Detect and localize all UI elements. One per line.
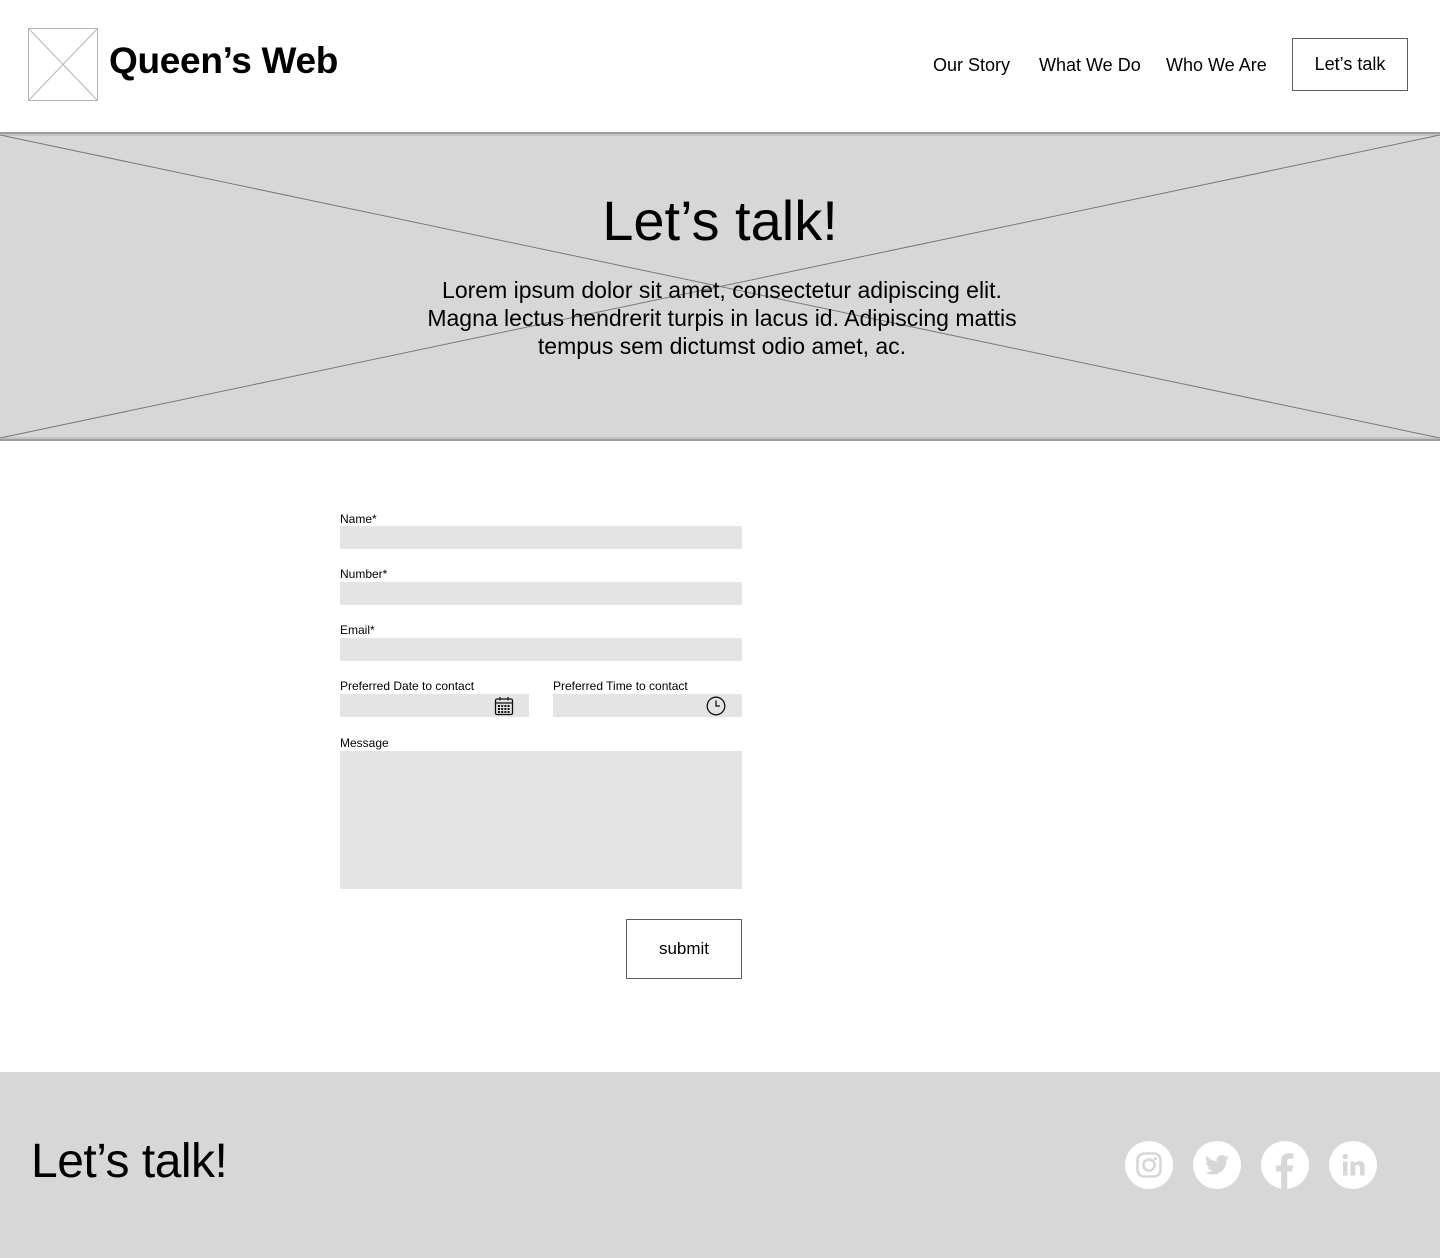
nav-our-story[interactable]: Our Story bbox=[933, 54, 1010, 76]
number-label: Number* bbox=[340, 567, 388, 581]
site-header: Queen’s Web Our Story What We Do Who We … bbox=[0, 0, 1440, 132]
linkedin-icon bbox=[1342, 1153, 1365, 1176]
name-label: Name* bbox=[340, 512, 377, 526]
email-field[interactable] bbox=[340, 638, 742, 661]
logo-image-placeholder[interactable] bbox=[28, 28, 98, 101]
hero-description: Lorem ipsum dolor sit amet, consectetur … bbox=[427, 277, 1017, 359]
nav-who-we-are[interactable]: Who We Are bbox=[1166, 54, 1267, 76]
clock-icon[interactable] bbox=[706, 696, 726, 716]
site-footer: Let’s talk! bbox=[0, 1072, 1440, 1258]
twitter-link[interactable] bbox=[1193, 1141, 1241, 1189]
submit-button[interactable]: submit bbox=[626, 919, 742, 979]
image-placeholder-icon bbox=[28, 28, 98, 101]
instagram-link[interactable] bbox=[1125, 1141, 1173, 1189]
instagram-icon bbox=[1136, 1152, 1162, 1178]
time-label: Preferred Time to contact bbox=[553, 679, 688, 693]
date-label: Preferred Date to contact bbox=[340, 679, 475, 693]
name-field[interactable] bbox=[340, 526, 742, 549]
footer-title: Let’s talk! bbox=[31, 1135, 228, 1188]
message-label: Message bbox=[340, 736, 389, 750]
facebook-link[interactable] bbox=[1261, 1141, 1309, 1189]
hero-banner: Let’s talk! Lorem ipsum dolor sit amet, … bbox=[0, 132, 1440, 441]
lets-talk-button[interactable]: Let’s talk bbox=[1292, 38, 1408, 91]
email-label: Email* bbox=[340, 623, 375, 637]
linkedin-link[interactable] bbox=[1329, 1141, 1377, 1189]
site-title[interactable]: Queen’s Web bbox=[109, 38, 338, 84]
message-field[interactable] bbox=[340, 751, 742, 889]
number-field[interactable] bbox=[340, 582, 742, 605]
hero-title: Let’s talk! bbox=[602, 189, 838, 252]
facebook-icon bbox=[1276, 1153, 1294, 1189]
calendar-icon[interactable] bbox=[494, 696, 514, 716]
nav-what-we-do[interactable]: What We Do bbox=[1039, 54, 1141, 76]
twitter-icon bbox=[1205, 1155, 1229, 1175]
